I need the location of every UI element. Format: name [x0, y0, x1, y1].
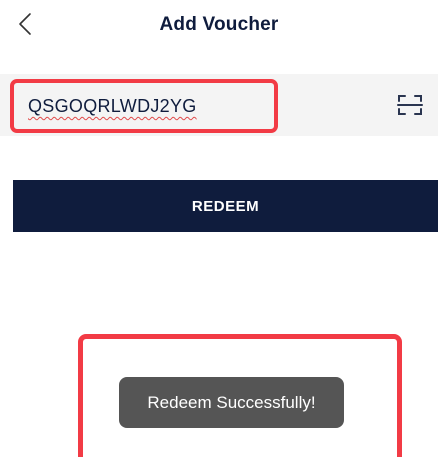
voucher-input-row: QSGOQRLWDJ2YG: [0, 74, 438, 136]
voucher-code-value[interactable]: QSGOQRLWDJ2YG: [28, 96, 197, 117]
scan-icon: [397, 95, 423, 115]
redeem-button[interactable]: REDEEM: [13, 180, 438, 232]
voucher-code-field[interactable]: QSGOQRLWDJ2YG: [10, 79, 278, 133]
header: Add Voucher: [0, 0, 438, 50]
page-title: Add Voucher: [159, 14, 279, 35]
scan-button[interactable]: [397, 94, 423, 116]
success-toast: Redeem Successfully!: [119, 377, 344, 428]
add-voucher-screen: Add Voucher QSGOQRLWDJ2YG REDEEM Redeem …: [0, 0, 438, 457]
